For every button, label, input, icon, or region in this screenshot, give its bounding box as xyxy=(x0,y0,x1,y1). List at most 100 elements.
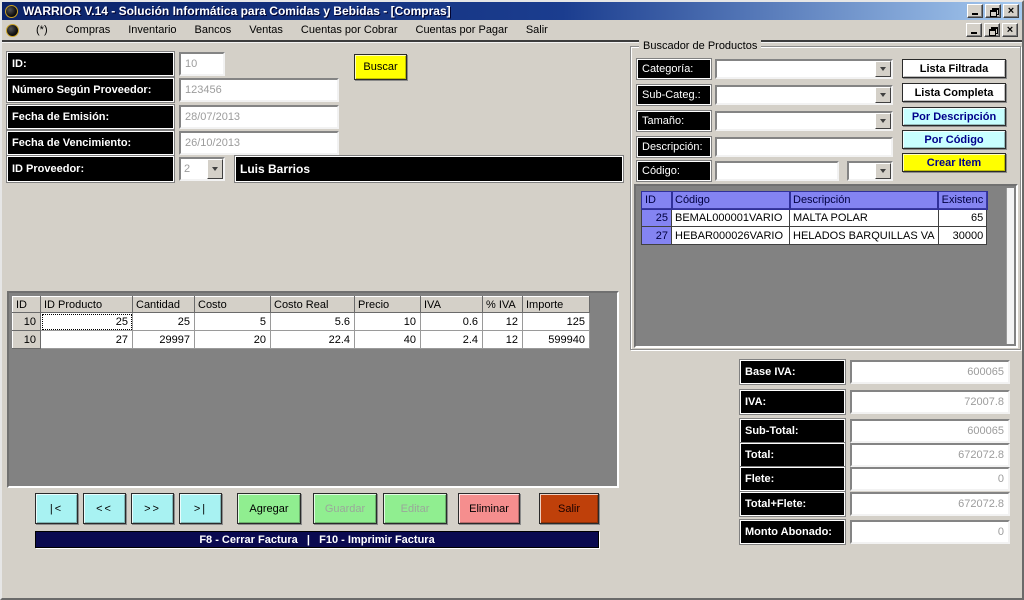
por-descripcion-button[interactable]: Por Descripción xyxy=(902,107,1006,126)
mdi-child-icon xyxy=(6,24,19,37)
menu-item-ventas[interactable]: Ventas xyxy=(240,22,292,38)
cell-precio[interactable]: 40 xyxy=(355,331,421,349)
fecha-emision-field[interactable]: 28/07/2013 xyxy=(179,105,339,129)
cell-costo-real[interactable]: 22.4 xyxy=(271,331,355,349)
cell-pct-iva[interactable]: 12 xyxy=(483,313,523,331)
id-proveedor-combobox[interactable]: 2 xyxy=(179,157,225,181)
menu-item-salir[interactable]: Salir xyxy=(517,22,557,38)
window-title: WARRIOR V.14 - Solución Informática para… xyxy=(23,4,451,18)
salir-button[interactable]: Salir xyxy=(539,493,599,524)
tamano-combobox[interactable] xyxy=(715,111,893,131)
close-button[interactable]: × xyxy=(1003,4,1019,18)
producto-row[interactable]: 27 HEBAR000026VARIO HELADOS BARQUILLAS V… xyxy=(642,227,987,245)
chevron-down-icon[interactable] xyxy=(207,159,223,179)
detalle-table: ID ID Producto Cantidad Costo Costo Real… xyxy=(12,296,590,349)
detalle-grid-panel: ID ID Producto Cantidad Costo Costo Real… xyxy=(7,291,619,488)
cell-iva[interactable]: 0.6 xyxy=(421,313,483,331)
nav-last-button[interactable]: >| xyxy=(179,493,222,524)
child-minimize-button[interactable] xyxy=(966,23,982,37)
chevron-down-icon[interactable] xyxy=(875,61,891,77)
restore-icon xyxy=(990,8,997,14)
menu-item-star[interactable]: (*) xyxy=(27,22,57,38)
cell-existencia[interactable]: 65 xyxy=(938,209,987,227)
child-restore-button[interactable] xyxy=(984,23,1000,37)
col-header-id-producto: ID Producto xyxy=(41,297,133,313)
total-flete-field: 672072.8 xyxy=(850,492,1010,516)
id-field[interactable]: 10 xyxy=(179,52,225,76)
cell-importe[interactable]: 125 xyxy=(523,313,590,331)
iva-field: 72007.8 xyxy=(850,390,1010,414)
cell-importe[interactable]: 599940 xyxy=(523,331,590,349)
agregar-button[interactable]: Agregar xyxy=(237,493,301,524)
nav-first-button[interactable]: |< xyxy=(35,493,78,524)
cell-id-producto[interactable]: 25 xyxy=(41,313,133,331)
numero-proveedor-field[interactable]: 123456 xyxy=(179,78,339,102)
monto-abonado-field[interactable]: 0 xyxy=(850,520,1010,544)
productos-scrollbar[interactable] xyxy=(1006,188,1014,344)
descripcion-input[interactable] xyxy=(715,137,893,157)
por-codigo-button[interactable]: Por Código xyxy=(902,130,1006,149)
cell-codigo[interactable]: HEBAR000026VARIO xyxy=(672,227,790,245)
buscador-group-title: Buscador de Productos xyxy=(639,40,761,52)
cell-pct-iva[interactable]: 12 xyxy=(483,331,523,349)
minimize-icon xyxy=(971,32,977,34)
guardar-button[interactable]: Guardar xyxy=(313,493,377,524)
codigo-input[interactable] xyxy=(715,161,839,181)
col-header-cantidad: Cantidad xyxy=(133,297,195,313)
cell-descripcion[interactable]: MALTA POLAR xyxy=(790,209,939,227)
flete-label: Flete: xyxy=(740,467,845,491)
chevron-down-icon[interactable] xyxy=(875,163,891,179)
categoria-combobox[interactable] xyxy=(715,59,893,79)
menu-item-inventario[interactable]: Inventario xyxy=(119,22,185,38)
editar-button[interactable]: Editar xyxy=(383,493,447,524)
flete-field[interactable]: 0 xyxy=(850,467,1010,491)
cell-codigo[interactable]: BEMAL000001VARIO xyxy=(672,209,790,227)
cell-existencia[interactable]: 30000 xyxy=(938,227,987,245)
cell-descripcion[interactable]: HELADOS BARQUILLAS VA xyxy=(790,227,939,245)
cell-id-producto[interactable]: 27 xyxy=(41,331,133,349)
subtotal-label: Sub-Total: xyxy=(740,419,845,443)
detalle-header-row: ID ID Producto Cantidad Costo Costo Real… xyxy=(13,297,590,313)
cell-cantidad[interactable]: 25 xyxy=(133,313,195,331)
title-bar: WARRIOR V.14 - Solución Informática para… xyxy=(2,2,1022,20)
id-label: ID: xyxy=(7,52,174,76)
menu-item-compras[interactable]: Compras xyxy=(57,22,120,38)
cell-id[interactable]: 27 xyxy=(642,227,672,245)
col-header-descripcion: Descripción xyxy=(790,192,939,209)
nav-previous-button[interactable]: << xyxy=(83,493,126,524)
menu-item-cuentas-cobrar[interactable]: Cuentas por Cobrar xyxy=(292,22,407,38)
fecha-emision-label: Fecha de Emisión: xyxy=(7,105,174,129)
cell-cantidad[interactable]: 29997 xyxy=(133,331,195,349)
eliminar-button[interactable]: Eliminar xyxy=(458,493,520,524)
crear-item-button[interactable]: Crear Item xyxy=(902,153,1006,172)
productos-table: ID Código Descripción Existenc 25 BEMAL0… xyxy=(641,191,987,245)
chevron-down-icon[interactable] xyxy=(875,113,891,129)
cell-costo[interactable]: 5 xyxy=(195,313,271,331)
child-close-button[interactable]: × xyxy=(1002,23,1018,37)
cell-precio[interactable]: 10 xyxy=(355,313,421,331)
cell-costo[interactable]: 20 xyxy=(195,331,271,349)
cell-costo-real[interactable]: 5.6 xyxy=(271,313,355,331)
chevron-down-icon[interactable] xyxy=(875,87,891,103)
menu-bar: (*) Compras Inventario Bancos Ventas Cue… xyxy=(2,20,1022,40)
menu-item-cuentas-pagar[interactable]: Cuentas por Pagar xyxy=(407,22,517,38)
detalle-row[interactable]: 10 27 29997 20 22.4 40 2.4 12 599940 xyxy=(13,331,590,349)
buscar-button[interactable]: Buscar xyxy=(354,54,407,80)
proveedor-name-display: Luis Barrios xyxy=(235,156,623,182)
minimize-button[interactable] xyxy=(967,4,983,18)
subcategoria-combobox[interactable] xyxy=(715,85,893,105)
codigo-combobox[interactable] xyxy=(847,161,893,181)
fecha-vencimiento-field[interactable]: 26/10/2013 xyxy=(179,131,339,155)
lista-filtrada-button[interactable]: Lista Filtrada xyxy=(902,59,1006,78)
cell-iva[interactable]: 2.4 xyxy=(421,331,483,349)
nav-next-button[interactable]: >> xyxy=(131,493,174,524)
cell-id[interactable]: 10 xyxy=(13,313,41,331)
producto-row[interactable]: 25 BEMAL000001VARIO MALTA POLAR 65 xyxy=(642,209,987,227)
col-header-id: ID xyxy=(642,192,672,209)
menu-item-bancos[interactable]: Bancos xyxy=(186,22,241,38)
restore-button[interactable] xyxy=(985,4,1001,18)
lista-completa-button[interactable]: Lista Completa xyxy=(902,83,1006,102)
cell-id[interactable]: 10 xyxy=(13,331,41,349)
detalle-row[interactable]: 10 25 25 5 5.6 10 0.6 12 125 xyxy=(13,313,590,331)
cell-id[interactable]: 25 xyxy=(642,209,672,227)
